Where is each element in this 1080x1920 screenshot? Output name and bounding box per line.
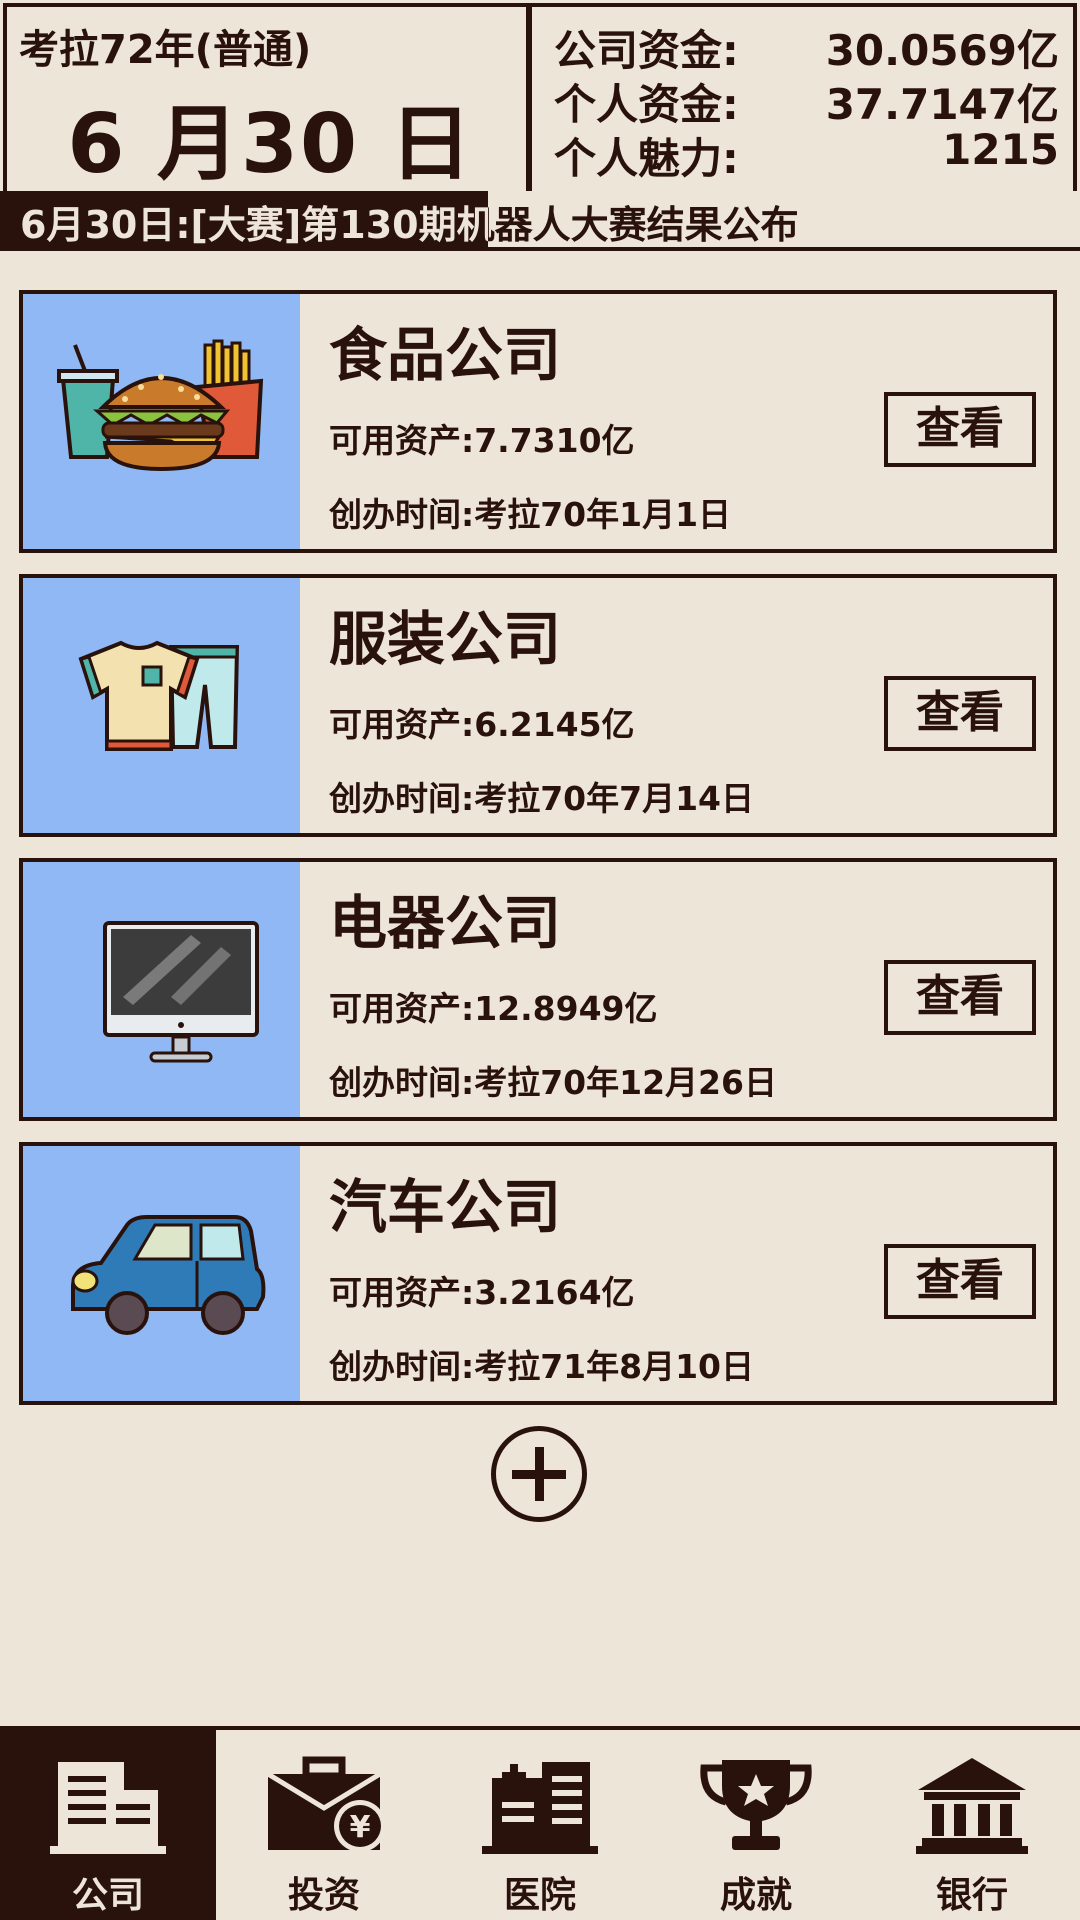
company-assets: 可用资产:6.2145亿 [329,705,635,744]
date-label: 6 月30 日 [67,97,474,192]
car-icon [71,1215,266,1335]
company-founded: 创办时间:考拉71年8月10日 [329,1347,755,1386]
company-image [23,294,300,549]
header: 考拉72年(普通) 6 月30 日 公司资金: 30.0569亿 个人资金: 3… [0,0,1080,195]
ticker-highlight: 6月30日:[大赛]第130期机器人大赛结果公布 [0,191,488,247]
stat-label: 个人魅力: [554,134,739,183]
company-founded: 创办时间:考拉70年7月14日 [329,779,755,818]
company-name: 服装公司 [329,605,562,673]
trophy-icon [700,1760,812,1850]
computer-icon [103,921,259,1063]
company-card-electronics[interactable]: 电器公司 可用资产:12.8949亿 创办时间:考拉70年12月26日 查看 [19,858,1057,1121]
company-name: 食品公司 [329,321,562,389]
stat-label: 个人资金: [554,80,739,129]
clothing-icon [78,640,240,751]
stat-company-funds: 公司资金: 30.0569亿 [554,17,1059,75]
briefcase-yen-icon: ¥ [266,1756,382,1852]
ticker-text-highlight: 6月30日:[大赛]第130期机器人大赛结果公布 [20,203,488,247]
stat-value: 30.0569亿 [825,26,1059,75]
company-card-food[interactable]: 食品公司 可用资产:7.7310亿 创办时间:考拉70年1月1日 查看 [19,290,1057,553]
company-card-clothing[interactable]: 服装公司 可用资产:6.2145亿 创办时间:考拉70年7月14日 查看 [19,574,1057,837]
nav-label: 成就 [719,1875,792,1916]
company-name: 电器公司 [329,889,562,957]
company-name: 汽车公司 [329,1173,562,1241]
svg-text:¥: ¥ [350,1810,371,1845]
date-panel: 考拉72年(普通) 6 月30 日 [3,3,530,192]
bank-icon [916,1758,1028,1854]
company-assets: 可用资产:12.8949亿 [329,989,658,1028]
stat-label: 公司资金: [554,26,739,75]
stats-panel: 公司资金: 30.0569亿 个人资金: 37.7147亿 个人魅力: 1215 [528,3,1077,191]
nav-label: 医院 [503,1875,576,1916]
company-founded: 创办时间:考拉70年12月26日 [329,1063,777,1102]
nav-label: 公司 [71,1875,144,1916]
company-card-car[interactable]: 汽车公司 可用资产:3.2164亿 创办时间:考拉71年8月10日 查看 [19,1142,1057,1405]
stat-personal-funds: 个人资金: 37.7147亿 [554,71,1059,129]
company-image [23,578,300,833]
year-label: 考拉72年(普通) [19,27,312,73]
nav-label: 银行 [935,1875,1008,1916]
stat-charisma: 个人魅力: 1215 [554,125,1059,183]
hospital-icon [482,1762,598,1854]
view-button[interactable]: 查看 [884,676,1036,751]
building-icon [50,1762,166,1854]
stat-value: 37.7147亿 [825,80,1059,129]
company-image [23,1146,300,1401]
news-ticker[interactable]: 6月30日:[大赛]第130期机器人大赛结果公布 6月30日:[大赛]第130期… [0,191,1080,251]
nav-item-invest[interactable]: ¥ 投资 [216,1730,432,1920]
company-assets: 可用资产:7.7310亿 [329,421,635,460]
nav-item-bank[interactable]: 银行 [864,1730,1080,1920]
view-button[interactable]: 查看 [884,1244,1036,1319]
company-assets: 可用资产:3.2164亿 [329,1273,635,1312]
stat-value: 1215 [942,125,1059,174]
nav-item-achievements[interactable]: 成就 [648,1730,864,1920]
view-button[interactable]: 查看 [884,960,1036,1035]
bottom-nav: 公司 ¥ 投资 医院 成就 银行 [0,1726,1080,1920]
view-button[interactable]: 查看 [884,392,1036,467]
add-company-button[interactable] [491,1426,587,1522]
nav-item-hospital[interactable]: 医院 [432,1730,648,1920]
company-image [23,862,300,1117]
company-founded: 创办时间:考拉70年1月1日 [329,495,732,534]
nav-item-company[interactable]: 公司 [0,1730,216,1920]
nav-label: 投资 [287,1875,360,1916]
food-icon [57,339,264,472]
